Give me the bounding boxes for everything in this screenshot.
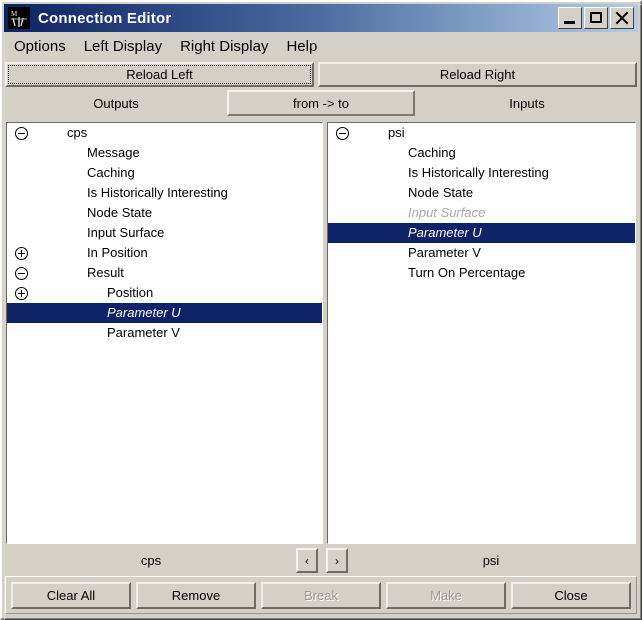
right_tree-row[interactable]: psi [328,123,635,143]
expand-plus-icon[interactable] [15,287,28,300]
tab-from-to[interactable]: from -> to [227,90,415,116]
left_tree-row[interactable]: cps [7,123,322,143]
left_tree-row-label: Is Historically Interesting [87,183,228,203]
tab-inputs[interactable]: Inputs [417,90,637,116]
maya-logo-icon: M [8,7,30,29]
left_tree-row-label: Position [107,283,153,303]
menubar: Options Left Display Right Display Help [5,34,637,59]
left_tree-row[interactable]: Result [7,263,322,283]
make-button: Make [386,582,506,609]
left_tree-row-label: Parameter V [107,323,180,343]
left_tree-row-label: In Position [87,243,148,263]
reload-left-button[interactable]: Reload Left [5,62,314,87]
left_tree-row-label: Parameter U [107,303,181,323]
expand-plus-icon[interactable] [15,247,28,260]
right_tree-row-label: Parameter U [408,223,482,243]
right-node-name: psi [347,551,635,570]
chevron-right-button[interactable]: › [326,548,348,573]
collapse-minus-icon[interactable] [15,267,28,280]
right_tree-row[interactable]: Caching [328,143,635,163]
right_tree-row[interactable]: Input Surface [328,203,635,223]
right_tree-row[interactable]: Turn On Percentage [328,263,635,283]
left_tree-row[interactable]: Position [7,283,322,303]
right_tree-row-label: Is Historically Interesting [408,163,549,183]
menu-left-display[interactable]: Left Display [75,36,171,57]
break-button: Break [261,582,381,609]
collapse-minus-icon[interactable] [15,127,28,140]
left_tree-row-label: cps [67,123,87,143]
left_tree-row[interactable]: Node State [7,203,322,223]
right_tree-row[interactable]: Node State [328,183,635,203]
minimize-button[interactable] [558,7,582,29]
left_tree-row[interactable]: Parameter U [7,303,322,323]
node-name-bar: cps ‹ › psi [5,546,637,575]
bottom-button-group: Clear AllRemoveBreakMakeClose [11,582,631,609]
right_tree-row[interactable]: Is Historically Interesting [328,163,635,183]
menu-options[interactable]: Options [5,36,75,57]
left_tree-row[interactable]: Message [7,143,322,163]
left_tree-row[interactable]: Input Surface [7,223,322,243]
right_tree-row-label: Caching [408,143,456,163]
left_tree-row-label: Input Surface [87,223,164,243]
right-attribute-tree[interactable]: psiCachingIs Historically InterestingNod… [327,122,636,544]
collapse-minus-icon[interactable] [336,127,349,140]
chevron-left-button[interactable]: ‹ [296,548,318,573]
close-button[interactable] [610,7,634,29]
left_tree-row[interactable]: Parameter V [7,323,322,343]
minimize-icon [564,21,575,24]
right_tree-row-label: Node State [408,183,473,203]
connection-editor-window: M Connection Editor Options Left Display… [0,0,642,620]
menu-help[interactable]: Help [277,36,326,57]
left_tree-row[interactable]: In Position [7,243,322,263]
remove-button[interactable]: Remove [136,582,256,609]
right_tree-row-label: Parameter V [408,243,481,263]
left-attribute-tree[interactable]: cpsMessageCachingIs Historically Interes… [6,122,323,544]
reload-button-row: Reload Left Reload Right [5,62,637,87]
left_tree-row-label: Caching [87,163,135,183]
right_tree-row[interactable]: Parameter V [328,243,635,263]
left_tree-row-label: Result [87,263,124,283]
right_tree-row-label: Turn On Percentage [408,263,525,283]
left-node-name: cps [7,551,295,570]
tab-outputs[interactable]: Outputs [5,90,227,116]
window-controls [556,7,638,29]
bottom-button-strip: Clear AllRemoveBreakMakeClose [5,576,637,614]
close-button[interactable]: Close [511,582,631,609]
right_tree-row-label: psi [388,123,405,143]
menu-right-display[interactable]: Right Display [171,36,277,57]
right_tree-row-label: Input Surface [408,203,485,223]
window-title: Connection Editor [38,10,171,27]
direction-tab-row: Outputs from -> to Inputs [5,90,637,118]
clear-all-button[interactable]: Clear All [11,582,131,609]
titlebar[interactable]: M Connection Editor [4,4,638,32]
left_tree-row[interactable]: Is Historically Interesting [7,183,322,203]
left_tree-row-label: Message [87,143,140,163]
left_tree-row[interactable]: Caching [7,163,322,183]
right_tree-row[interactable]: Parameter U [328,223,635,243]
left_tree-row-label: Node State [87,203,152,223]
maximize-button[interactable] [584,7,608,29]
reload-right-button[interactable]: Reload Right [318,62,637,87]
maximize-icon [590,12,602,23]
svg-text:M: M [11,10,18,18]
